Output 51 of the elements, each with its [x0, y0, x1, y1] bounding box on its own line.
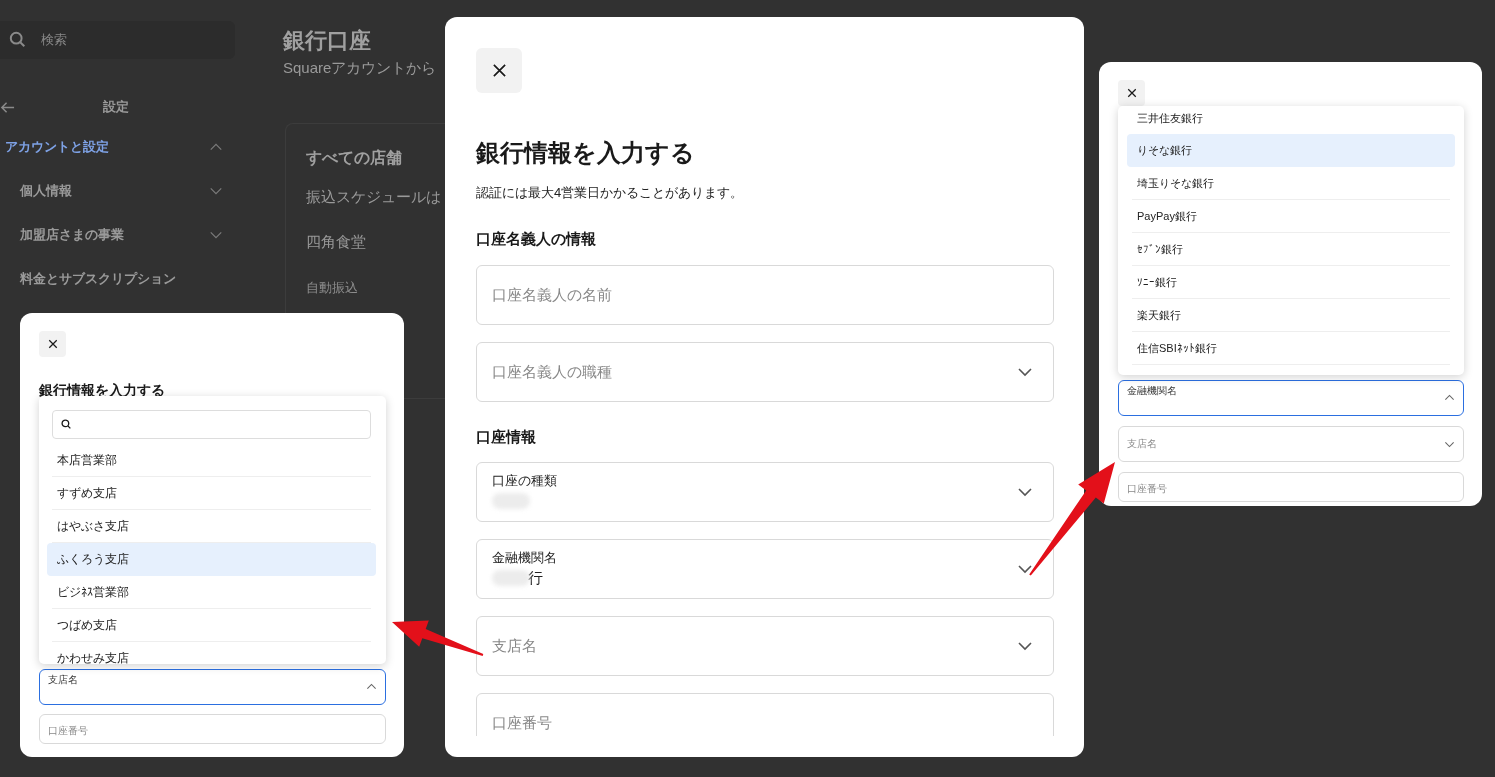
search-field[interactable]	[52, 410, 371, 439]
select-field[interactable]: 金融機関名 行	[476, 539, 1054, 599]
dropdown-option[interactable]: ｿﾆｰ銀行	[1132, 266, 1450, 299]
location-name: 四角食堂	[306, 233, 366, 252]
select-field[interactable]: 支店名	[1118, 426, 1464, 462]
dropdown-option[interactable]: つばめ支店	[52, 609, 371, 642]
dropdown-option[interactable]: ｾﾌﾞﾝ銀行	[1132, 233, 1450, 266]
section-heading: 口座名義人の情報	[476, 229, 597, 249]
select-field[interactable]: 口座名義人の職種	[476, 342, 1054, 402]
search-field[interactable]: 検索	[0, 21, 235, 59]
modal-title: 銀行情報を入力する	[476, 138, 696, 168]
card-title: すべての店舗	[306, 148, 402, 168]
sidebar-title: 設定	[103, 98, 129, 116]
search-icon	[9, 31, 27, 49]
dropdown-option[interactable]: 埼玉りそな銀行	[1132, 167, 1450, 200]
dropdown-option[interactable]: 三井住友銀行	[1132, 106, 1450, 130]
input-field[interactable]: 口座番号	[39, 714, 386, 744]
select-field[interactable]: 口座の種類	[476, 462, 1054, 522]
modal-note: 認証には最大4営業日かかることがあります。	[476, 184, 745, 202]
select-field[interactable]: 金融機関名	[1118, 380, 1464, 416]
dropdown-option[interactable]: 本店営業部	[52, 444, 371, 477]
sidebar-item[interactable]: 個人情報	[0, 169, 250, 213]
select-field[interactable]: 支店名	[476, 616, 1054, 676]
close-button[interactable]	[39, 331, 66, 357]
sidebar-item[interactable]: 料金とサブスクリプション	[0, 257, 250, 301]
chevron-up-icon	[1444, 392, 1455, 403]
input-field[interactable]: 口座名義人の名前	[476, 265, 1054, 325]
dropdown-option[interactable]: ビジﾈｽ営業部	[52, 576, 371, 609]
dropdown-option[interactable]: すずめ支店	[52, 477, 371, 510]
input-field[interactable]: 口座番号	[1118, 472, 1464, 502]
select-field[interactable]: 支店名	[39, 669, 386, 705]
card-label: 自動振込	[306, 279, 358, 297]
close-icon	[491, 63, 507, 78]
dropdown-option[interactable]: ふくろう支店	[47, 543, 376, 576]
chevron-up-icon	[366, 681, 377, 692]
close-icon	[1126, 88, 1137, 98]
sidebar-item[interactable]: 加盟店さまの事業	[0, 213, 250, 257]
dropdown-option[interactable]: PayPay銀行	[1132, 200, 1450, 233]
section-heading: 口座情報	[476, 427, 537, 447]
sidebar-item[interactable]: アカウントと設定	[0, 125, 250, 169]
page-title: 銀行口座	[283, 27, 371, 55]
dropdown-option[interactable]: 楽天銀行	[1132, 299, 1450, 332]
close-button[interactable]	[476, 48, 522, 93]
page-subtitle: Squareアカウントから	[283, 59, 437, 78]
card-text: 振込スケジュールは	[306, 188, 441, 207]
dropdown-option[interactable]: 住信SBIﾈｯﾄ銀行	[1132, 332, 1450, 365]
close-button[interactable]	[1118, 80, 1145, 106]
input-field[interactable]: 口座番号	[476, 693, 1054, 736]
search-icon	[61, 419, 72, 430]
close-icon	[47, 339, 58, 349]
dropdown-option[interactable]: りそな銀行	[1127, 134, 1455, 167]
